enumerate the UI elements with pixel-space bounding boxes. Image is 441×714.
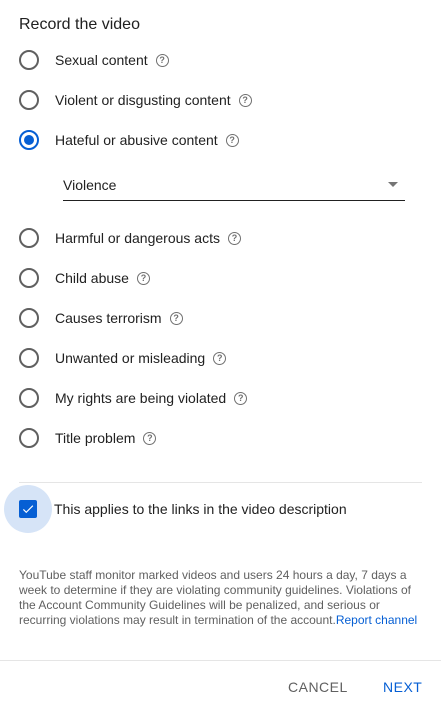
reason-label: Unwanted or misleading bbox=[55, 350, 206, 366]
reason-option-harmful-acts[interactable]: Harmful or dangerous acts ? bbox=[0, 218, 441, 258]
reason-label: Child abuse bbox=[55, 270, 129, 286]
subreason-row: Violence bbox=[0, 160, 441, 218]
radio-button-selected-icon[interactable] bbox=[19, 130, 39, 150]
radio-dot-icon bbox=[24, 135, 34, 145]
radio-button-icon[interactable] bbox=[19, 428, 39, 448]
help-icon[interactable]: ? bbox=[136, 271, 150, 285]
reason-option-terrorism[interactable]: Causes terrorism ? bbox=[0, 298, 441, 338]
reason-radio-group: Sexual content ? Violent or disgusting c… bbox=[0, 40, 441, 458]
reason-label: Violent or disgusting content bbox=[55, 92, 231, 108]
radio-button-icon[interactable] bbox=[19, 268, 39, 288]
radio-button-icon[interactable] bbox=[19, 308, 39, 328]
reason-label: Hateful or abusive content bbox=[55, 132, 218, 148]
help-icon[interactable]: ? bbox=[234, 391, 248, 405]
footer-divider bbox=[0, 660, 441, 661]
reason-label: Sexual content bbox=[55, 52, 148, 68]
reason-option-child-abuse[interactable]: Child abuse ? bbox=[0, 258, 441, 298]
radio-button-icon[interactable] bbox=[19, 348, 39, 368]
links-checkbox-label: This applies to the links in the video d… bbox=[54, 501, 347, 517]
reason-label: Harmful or dangerous acts bbox=[55, 230, 220, 246]
links-checkbox-row: This applies to the links in the video d… bbox=[0, 485, 441, 533]
policy-notice: YouTube staff monitor marked videos and … bbox=[19, 568, 424, 628]
radio-button-icon[interactable] bbox=[19, 90, 39, 110]
checkmark-icon bbox=[22, 505, 34, 514]
radio-button-icon[interactable] bbox=[19, 388, 39, 408]
reason-option-sexual-content[interactable]: Sexual content ? bbox=[0, 40, 441, 80]
help-icon[interactable]: ? bbox=[155, 53, 169, 67]
help-icon[interactable]: ? bbox=[227, 231, 241, 245]
section-divider bbox=[19, 482, 422, 483]
cancel-button[interactable]: CANCEL bbox=[288, 679, 348, 695]
links-checkbox[interactable] bbox=[19, 500, 37, 518]
subreason-selected-value: Violence bbox=[63, 177, 117, 193]
reason-option-rights-violated[interactable]: My rights are being violated ? bbox=[0, 378, 441, 418]
help-icon[interactable]: ? bbox=[225, 133, 239, 147]
reason-option-hateful-content[interactable]: Hateful or abusive content ? bbox=[0, 120, 441, 160]
report-channel-link[interactable]: Report channel bbox=[336, 613, 417, 627]
help-icon[interactable]: ? bbox=[169, 311, 183, 325]
radio-button-icon[interactable] bbox=[19, 228, 39, 248]
reason-label: My rights are being violated bbox=[55, 390, 227, 406]
dialog-title: Record the video bbox=[19, 16, 140, 33]
reason-option-misleading[interactable]: Unwanted or misleading ? bbox=[0, 338, 441, 378]
reason-label: Title problem bbox=[55, 430, 136, 446]
subreason-dropdown[interactable]: Violence bbox=[63, 168, 405, 201]
help-icon[interactable]: ? bbox=[213, 351, 227, 365]
reason-label: Causes terrorism bbox=[55, 310, 162, 326]
triangle-down-icon bbox=[388, 182, 398, 187]
next-button[interactable]: NEXT bbox=[383, 679, 422, 695]
help-icon[interactable]: ? bbox=[238, 93, 252, 107]
radio-button-icon[interactable] bbox=[19, 50, 39, 70]
reason-option-title-problem[interactable]: Title problem ? bbox=[0, 418, 441, 458]
reason-option-violent-content[interactable]: Violent or disgusting content ? bbox=[0, 80, 441, 120]
help-icon[interactable]: ? bbox=[143, 431, 157, 445]
